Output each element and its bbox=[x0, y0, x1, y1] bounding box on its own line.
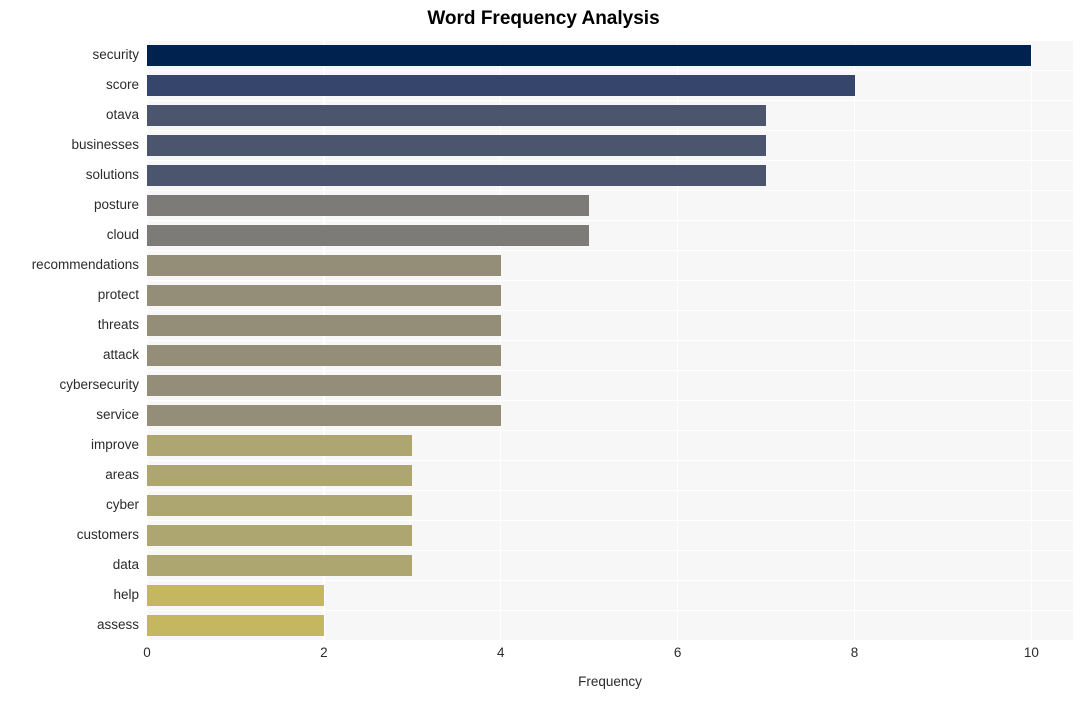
y-axis-tick-label: businesses bbox=[71, 137, 139, 152]
gridline-horizontal bbox=[147, 610, 1073, 611]
gridline-horizontal bbox=[147, 130, 1073, 131]
bar bbox=[147, 614, 324, 636]
bar bbox=[147, 584, 324, 606]
y-axis-tick-label: attack bbox=[102, 347, 139, 362]
gridline-horizontal bbox=[147, 340, 1073, 341]
gridline-vertical bbox=[677, 40, 679, 640]
y-axis-tick-label: threats bbox=[97, 317, 139, 332]
gridline-horizontal bbox=[147, 550, 1073, 551]
gridline-horizontal bbox=[147, 40, 1073, 41]
bar bbox=[147, 224, 590, 246]
gridline-horizontal bbox=[147, 520, 1073, 521]
y-axis-tick-label: cyber bbox=[105, 497, 139, 512]
chart-title: Word Frequency Analysis bbox=[427, 8, 660, 29]
gridline-horizontal bbox=[147, 280, 1073, 281]
bar bbox=[147, 74, 855, 96]
bar bbox=[147, 104, 767, 126]
y-axis-tick-label: data bbox=[112, 557, 139, 572]
bar bbox=[147, 284, 501, 306]
x-axis-tick-label: 4 bbox=[497, 645, 505, 660]
gridline-horizontal bbox=[147, 250, 1073, 251]
x-axis-tick-label: 2 bbox=[320, 645, 328, 660]
gridline-horizontal bbox=[147, 190, 1073, 191]
x-axis-tick-label: 8 bbox=[850, 645, 859, 660]
bar bbox=[147, 434, 413, 456]
y-axis-tick-label: score bbox=[105, 77, 139, 92]
gridline-horizontal bbox=[147, 310, 1073, 311]
y-axis-tick-label: cybersecurity bbox=[59, 377, 139, 392]
bar bbox=[147, 494, 413, 516]
x-axis-tick-labels: 0 2 4 6 8 10 bbox=[143, 644, 1073, 664]
bar bbox=[147, 554, 413, 576]
y-axis-tick-label: security bbox=[92, 47, 139, 62]
bar bbox=[147, 134, 767, 156]
bar bbox=[147, 464, 413, 486]
y-axis-tick-label: assess bbox=[96, 617, 139, 632]
x-axis-tick-label: 0 bbox=[143, 645, 151, 660]
gridline-vertical bbox=[323, 40, 325, 640]
bar bbox=[147, 44, 1032, 66]
y-axis-tick-label: customers bbox=[76, 527, 139, 542]
gridline-horizontal bbox=[147, 460, 1073, 461]
bar bbox=[147, 254, 501, 276]
y-axis-tick-label: areas bbox=[105, 467, 139, 482]
gridline-horizontal bbox=[147, 100, 1073, 101]
y-axis-tick-label: help bbox=[113, 587, 139, 602]
gridline-horizontal bbox=[147, 580, 1073, 581]
bar bbox=[147, 404, 501, 426]
bar bbox=[147, 524, 413, 546]
y-axis-tick-label: otava bbox=[105, 107, 139, 122]
y-axis-tick-label: solutions bbox=[85, 167, 139, 182]
y-axis-tick-label: cloud bbox=[106, 227, 139, 242]
y-axis-tick-label: posture bbox=[93, 197, 139, 212]
gridline-vertical bbox=[500, 40, 502, 640]
bar bbox=[147, 374, 501, 396]
gridline-horizontal bbox=[147, 220, 1073, 221]
y-axis-tick-label: service bbox=[96, 407, 139, 422]
y-axis-tick-label: improve bbox=[90, 437, 139, 452]
gridline-vertical bbox=[853, 40, 856, 640]
gridline-horizontal bbox=[147, 160, 1073, 161]
gridline-horizontal bbox=[147, 400, 1073, 401]
gridline-horizontal bbox=[147, 370, 1073, 371]
bar bbox=[147, 164, 767, 186]
gridline-horizontal bbox=[147, 490, 1073, 491]
y-axis-tick-label: recommendations bbox=[31, 257, 139, 272]
bar bbox=[147, 194, 590, 216]
x-axis-tick-label: 10 bbox=[1023, 645, 1039, 660]
bar bbox=[147, 314, 501, 336]
plot-area bbox=[147, 40, 1073, 640]
gridline-horizontal bbox=[147, 430, 1073, 431]
bar bbox=[147, 344, 501, 366]
x-axis-tick-label: 6 bbox=[673, 645, 682, 660]
gridline-horizontal bbox=[147, 70, 1073, 71]
gridline-vertical bbox=[1030, 40, 1033, 640]
x-axis-label: Frequency bbox=[578, 674, 642, 689]
y-axis-tick-label: protect bbox=[97, 287, 139, 302]
y-axis-tick-labels: security score otava businesses solutions pos… bbox=[0, 40, 139, 640]
word-frequency-chart-figure: Word Frequency Analysis security score ota… bbox=[0, 0, 1087, 701]
gridline-vertical bbox=[147, 40, 148, 640]
